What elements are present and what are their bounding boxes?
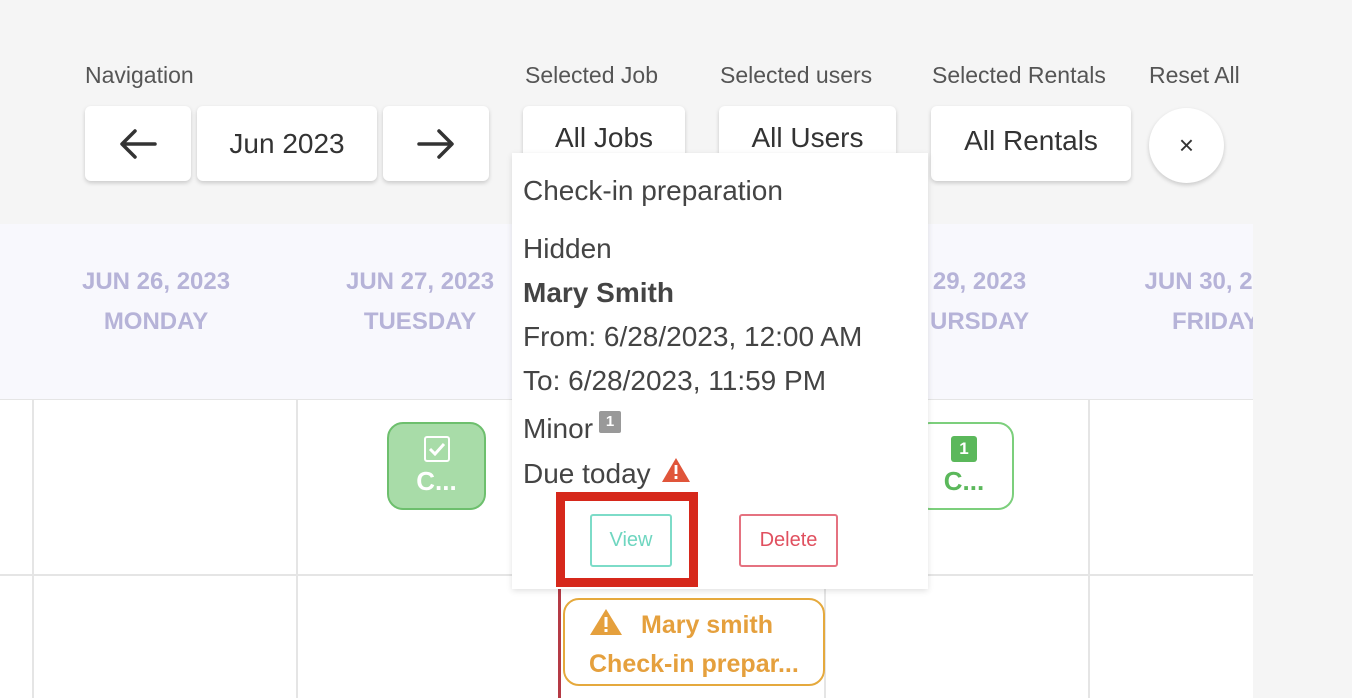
event-assignee: Mary smith	[641, 611, 773, 639]
reset-all-label: Reset All	[1149, 62, 1240, 88]
alert-icon	[661, 457, 691, 490]
day-header-friday: JUN 30, 2 FRIDAY	[1138, 262, 1253, 342]
arrow-right-icon	[417, 128, 455, 160]
grid-divider	[32, 400, 34, 698]
rentals-filter-value: All Rentals	[964, 124, 1098, 156]
popover-to: To: 6/28/2023, 11:59 PM	[523, 365, 827, 396]
check-icon	[423, 435, 450, 462]
event-warning[interactable]: Mary smith Check-in prepar...	[563, 598, 825, 686]
due-label: Due today	[523, 457, 651, 489]
next-month-button[interactable]	[383, 106, 489, 181]
selected-rentals-label: Selected Rentals	[932, 62, 1106, 88]
arrow-left-icon	[119, 128, 157, 160]
day-weekday: URSDAY	[930, 308, 1030, 335]
current-month-label: Jun 2023	[229, 127, 345, 159]
previous-month-button[interactable]	[85, 106, 191, 181]
popover-title: Check-in preparation	[523, 175, 783, 206]
popover-from: From: 6/28/2023, 12:00 AM	[523, 321, 863, 352]
current-time-line	[558, 588, 561, 698]
count-badge: 1	[951, 435, 977, 462]
day-header-tuesday: JUN 27, 2023 TUESDAY	[346, 262, 494, 342]
day-header-thursday: 29, 2023 URSDAY	[930, 262, 1029, 342]
selected-job-label: Selected Job	[525, 62, 658, 88]
view-button-highlight	[556, 492, 698, 587]
day-weekday: MONDAY	[103, 308, 209, 335]
selected-users-label: Selected users	[720, 62, 873, 88]
popover-due: Due today	[523, 457, 691, 490]
current-month-button[interactable]: Jun 2023	[197, 106, 377, 181]
day-weekday: FRIDAY	[1172, 308, 1253, 335]
event-label: C...	[943, 465, 985, 496]
job-filter-value: All Jobs	[554, 122, 654, 153]
event-completed[interactable]: C...	[387, 422, 486, 510]
severity-badge: 1	[599, 411, 622, 433]
close-icon: ×	[1178, 130, 1195, 160]
day-header-monday: JUN 26, 2023 MONDAY	[82, 262, 230, 342]
delete-button[interactable]: Delete	[739, 514, 838, 567]
popover-severity: Minor 1	[523, 411, 622, 445]
grid-divider	[296, 400, 298, 698]
popover-assignee: Mary Smith	[523, 277, 674, 308]
event-pending[interactable]: 1 C...	[914, 422, 1014, 510]
day-date: JUN 30, 2	[1144, 268, 1253, 295]
popover-visibility: Hidden	[523, 233, 612, 264]
severity-label: Minor	[523, 413, 594, 444]
day-weekday: TUESDAY	[363, 308, 477, 335]
users-filter-value: All Users	[751, 122, 864, 153]
grid-divider	[1088, 400, 1090, 698]
rentals-filter-select[interactable]: All Rentals	[931, 106, 1131, 181]
day-date: JUN 26, 2023	[82, 268, 231, 295]
day-date: JUN 27, 2023	[346, 268, 495, 295]
day-date: 29, 2023	[932, 268, 1027, 295]
warning-icon	[589, 608, 623, 643]
event-label: C...	[416, 465, 457, 496]
navigation-label: Navigation	[85, 62, 194, 88]
reset-all-button[interactable]: ×	[1149, 108, 1224, 183]
event-title: Check-in prepar...	[589, 650, 799, 678]
